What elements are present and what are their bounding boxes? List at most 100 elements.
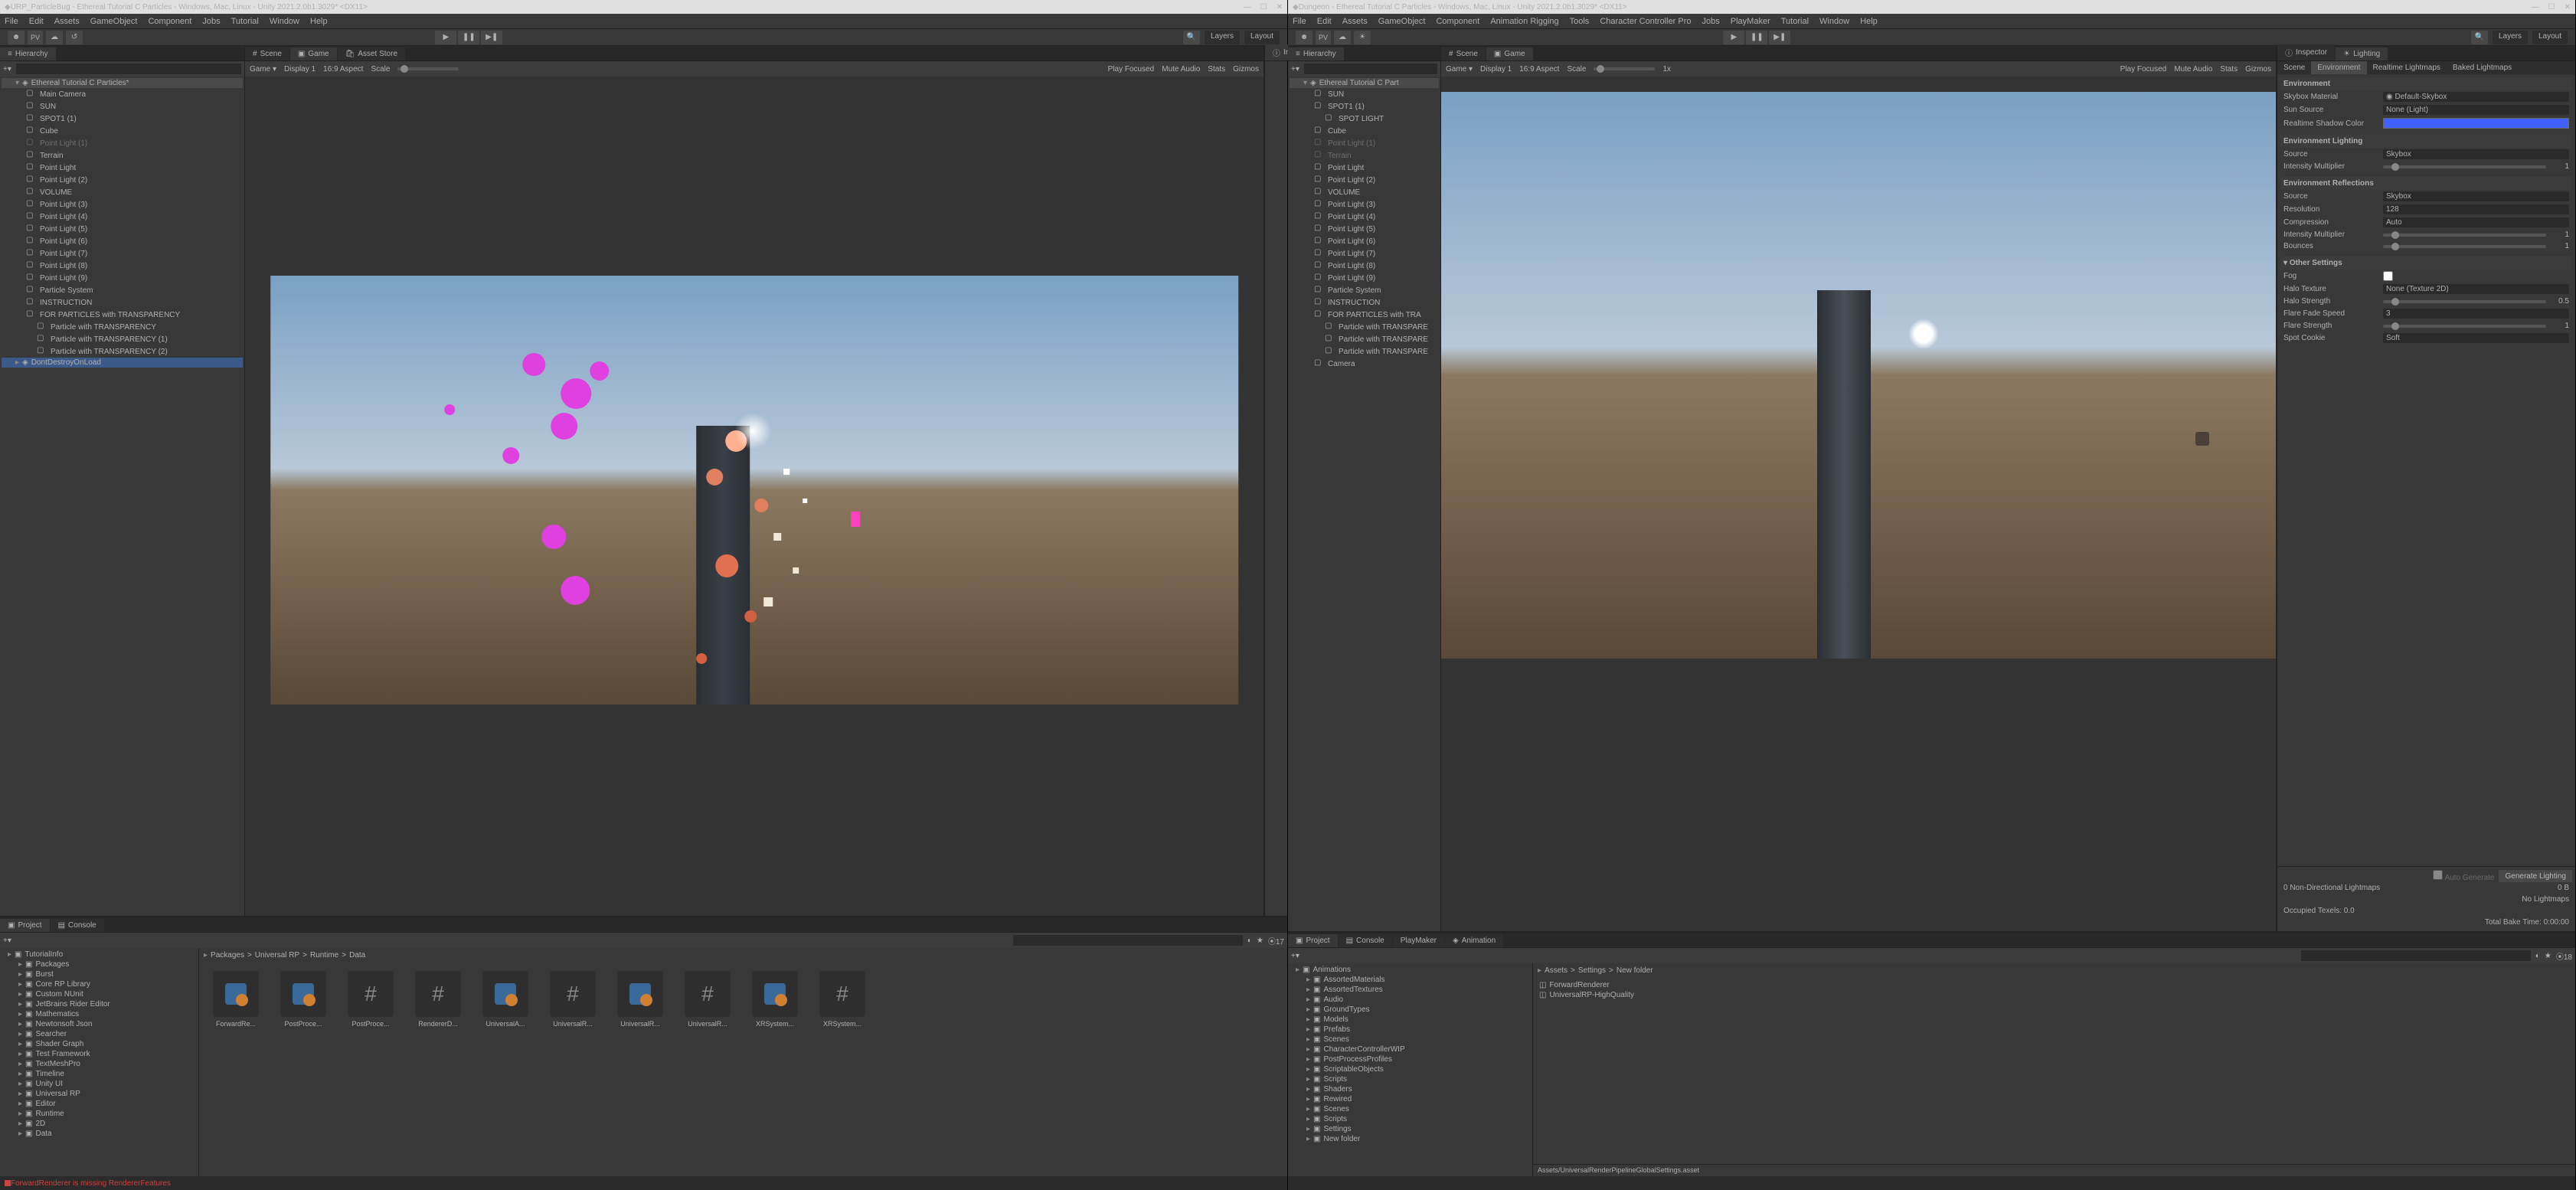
expand-icon[interactable]: ▸ xyxy=(18,1030,22,1038)
hierarchy-item[interactable]: ▢SPOT LIGHT xyxy=(1290,113,1439,125)
hierarchy-item[interactable]: ▢INSTRUCTION xyxy=(1290,296,1439,309)
hierarchy-item[interactable]: ▢Point Light (6) xyxy=(2,235,243,247)
expand-icon[interactable]: ▸ xyxy=(1306,1085,1310,1094)
hierarchy-search[interactable] xyxy=(16,64,241,74)
menu-item[interactable]: Help xyxy=(310,17,328,26)
expand-icon[interactable]: ▸ xyxy=(18,1020,22,1028)
subtab-baked-lightmaps[interactable]: Baked Lightmaps xyxy=(2447,61,2518,74)
folder-item[interactable]: ▸▣ Packages xyxy=(2,960,197,969)
folder-item[interactable]: ▸▣ Scripts xyxy=(1290,1114,1531,1124)
hierarchy-item[interactable]: ▢Point Light (5) xyxy=(2,223,243,235)
menu-item[interactable]: Tutorial xyxy=(231,17,259,26)
folder-item[interactable]: ▸▣ Shaders xyxy=(1290,1084,1531,1094)
bounces-slider[interactable] xyxy=(2383,245,2546,248)
asset-thumbnail[interactable]: #UniversalR... xyxy=(680,971,735,1028)
close-icon[interactable]: ✕ xyxy=(1277,3,1283,11)
expand-icon[interactable]: ▸ xyxy=(8,950,11,959)
folder-item[interactable]: ▸▣ Unity UI xyxy=(2,1079,197,1089)
menu-item[interactable]: PlayMaker xyxy=(1731,17,1770,26)
filter-icon[interactable]: ◐ xyxy=(1247,937,1252,945)
hierarchy-item[interactable]: ▢SPOT1 (1) xyxy=(1290,100,1439,113)
menu-item[interactable]: Tools xyxy=(1570,17,1590,26)
hierarchy-search[interactable] xyxy=(1304,64,1437,74)
folder-item[interactable]: ▸▣ Audio xyxy=(1290,995,1531,1005)
menu-item[interactable]: Window xyxy=(270,17,299,26)
hierarchy-item[interactable]: ▢Terrain xyxy=(2,149,243,162)
folder-item[interactable]: ▸▣ Searcher xyxy=(2,1029,197,1039)
minimize-icon[interactable]: — xyxy=(2532,3,2539,11)
asset-thumbnail[interactable]: UniversalR... xyxy=(613,971,668,1028)
expand-icon[interactable]: ▸ xyxy=(1306,1015,1310,1024)
folder-item[interactable]: ▸▣ Scenes xyxy=(1290,1035,1531,1045)
folder-item[interactable]: ▸▣ Scripts xyxy=(1290,1074,1531,1084)
hierarchy-item[interactable]: ▢FOR PARTICLES with TRA xyxy=(1290,309,1439,321)
scene-tab[interactable]: #Scene xyxy=(1441,47,1486,60)
menu-item[interactable]: Tutorial xyxy=(1781,17,1809,26)
menu-item[interactable]: Jobs xyxy=(202,17,220,26)
menu-item[interactable]: Component xyxy=(1436,17,1479,26)
layers-dropdown[interactable]: Layers xyxy=(1205,31,1240,44)
hierarchy-item[interactable]: ▢Point Light (1) xyxy=(1290,137,1439,149)
expand-icon[interactable]: ▸ xyxy=(1306,976,1310,984)
hierarchy-tab[interactable]: ≡Hierarchy xyxy=(0,47,56,60)
expand-icon[interactable]: ▸ xyxy=(1306,1005,1310,1014)
hierarchy-item[interactable]: ▢Cube xyxy=(1290,125,1439,137)
asset-thumbnail[interactable]: UniversalA... xyxy=(478,971,533,1028)
pivot-button[interactable]: PV xyxy=(1316,31,1331,44)
expand-icon[interactable]: ▸ xyxy=(18,990,22,999)
refl-intensity-slider[interactable] xyxy=(2383,234,2546,237)
project-tab[interactable]: ▣Project xyxy=(0,919,50,932)
asset-thumbnail[interactable]: #XRSystem... xyxy=(815,971,870,1028)
subtab-environment[interactable]: Environment xyxy=(2311,61,2366,74)
skybox-material-field[interactable]: ◉ Default-Skybox xyxy=(2383,92,2569,102)
aspect-dropdown[interactable]: 16:9 Aspect xyxy=(323,65,363,74)
game-dropdown[interactable]: Game ▾ xyxy=(1446,65,1473,74)
aspect-dropdown[interactable]: 16:9 Aspect xyxy=(1519,65,1559,74)
play-focused-dropdown[interactable]: Play Focused xyxy=(1108,65,1155,74)
flare-strength-slider[interactable] xyxy=(2383,325,2546,328)
filter-icon[interactable]: ★ xyxy=(2545,952,2551,960)
create-icon[interactable]: +▾ xyxy=(1291,65,1299,74)
menu-item[interactable]: Edit xyxy=(1317,17,1332,26)
menu-item[interactable]: GameObject xyxy=(1378,17,1426,26)
compression-field[interactable]: Auto xyxy=(2383,217,2569,227)
create-icon[interactable]: +▾ xyxy=(3,65,11,74)
menu-item[interactable]: Animation Rigging xyxy=(1490,17,1558,26)
menu-item[interactable]: Jobs xyxy=(1702,17,1720,26)
hierarchy-item[interactable]: ▢Point Light (3) xyxy=(1290,198,1439,211)
menu-item[interactable]: Window xyxy=(1819,17,1849,26)
scene-tab[interactable]: #Scene xyxy=(245,47,289,60)
asset-thumbnail[interactable]: XRSystem... xyxy=(747,971,803,1028)
env-lighting-header[interactable]: Environment Lighting xyxy=(2280,135,2572,148)
hierarchy-item[interactable]: ▢Point Light (5) xyxy=(1290,223,1439,235)
fog-checkbox[interactable] xyxy=(2383,271,2393,281)
cloud-icon[interactable]: ☁ xyxy=(46,31,63,44)
folder-item[interactable]: ▸▣ PostProcessProfiles xyxy=(1290,1054,1531,1064)
create-icon[interactable]: +▾ xyxy=(1291,952,1299,960)
folder-item[interactable]: ▸▣ New folder xyxy=(1290,1134,1531,1144)
subtab-realtime-lightmaps[interactable]: Realtime Lightmaps xyxy=(2367,61,2447,74)
auto-generate-checkbox[interactable] xyxy=(2433,870,2443,880)
expand-icon[interactable]: ▸ xyxy=(18,1120,22,1128)
folder-item[interactable]: ▸▣ ScriptableObjects xyxy=(1290,1064,1531,1074)
expand-icon[interactable]: ▸ xyxy=(1306,1115,1310,1123)
play-focused-dropdown[interactable]: Play Focused xyxy=(2120,65,2167,74)
step-button[interactable]: ▶❚ xyxy=(481,31,502,44)
expand-icon[interactable]: ▸ xyxy=(1306,1035,1310,1044)
menu-item[interactable]: Character Controller Pro xyxy=(1600,17,1691,26)
expand-icon[interactable]: ▸ xyxy=(1306,1105,1310,1113)
folder-item[interactable]: ▸▣ CharacterControllerWIP xyxy=(1290,1045,1531,1054)
asset-thumbnail[interactable]: #UniversalR... xyxy=(545,971,600,1028)
folder-item[interactable]: ▸▣ 2D xyxy=(2,1119,197,1129)
account-icon[interactable]: ☻ xyxy=(8,31,25,44)
stats-toggle[interactable]: Stats xyxy=(2220,65,2238,74)
breadcrumb[interactable]: ▸ Packages > Universal RP > Runtime > Da… xyxy=(199,948,1287,962)
menu-item[interactable]: Assets xyxy=(1342,17,1368,26)
play-button[interactable]: ▶ xyxy=(435,31,456,44)
pause-button[interactable]: ❚❚ xyxy=(458,31,479,44)
cloud-icon[interactable]: ☁ xyxy=(1334,31,1351,44)
play-button[interactable]: ▶ xyxy=(1723,31,1744,44)
env-header[interactable]: Environment xyxy=(2280,77,2572,90)
expand-icon[interactable]: ▸ xyxy=(1306,1125,1310,1133)
expand-icon[interactable]: ▸ xyxy=(18,970,22,979)
